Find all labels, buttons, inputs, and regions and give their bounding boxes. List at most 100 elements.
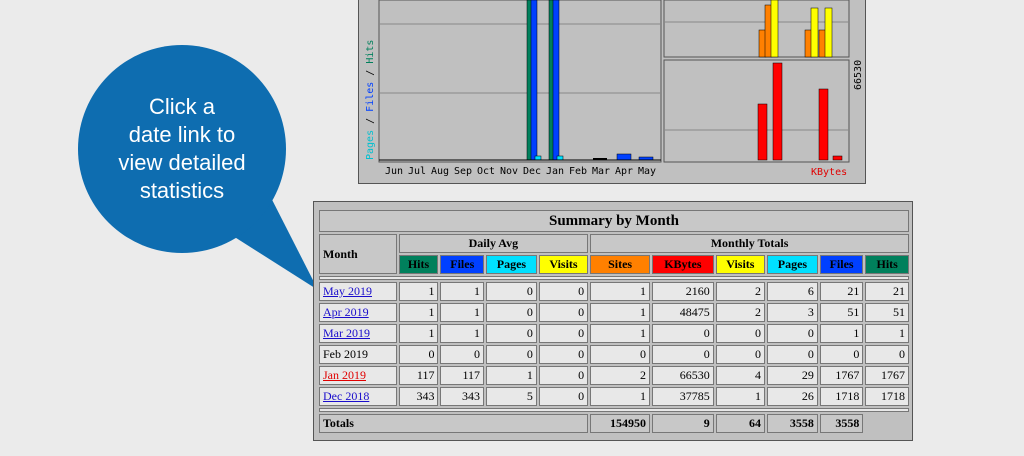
col-daily-files: Files	[440, 255, 485, 274]
month-label: Jan	[546, 166, 565, 177]
cell-kbytes: 0	[652, 324, 714, 343]
callout-bubble: Click a date link to view detailed stati…	[78, 45, 286, 253]
summary-title: Summary by Month	[319, 210, 909, 232]
callout-line: date link to	[128, 122, 236, 147]
cell-d-hits: 0	[398, 345, 439, 364]
svg-text:Pages / Files / Hits: Pages / Files / Hits	[365, 40, 376, 160]
month-cell: Mar 2019	[319, 324, 397, 343]
kbytes-scale-value: 66530	[853, 60, 864, 90]
col-files: Files	[819, 255, 864, 274]
summary-table: Summary by Month Month Daily Avg Monthly…	[317, 208, 911, 435]
totals-label: Totals	[319, 414, 589, 433]
cell-kbytes: 2160	[652, 282, 714, 301]
col-daily-hits: Hits	[398, 255, 439, 274]
bar-dec-files	[530, 0, 538, 161]
month-link[interactable]: Dec 2018	[323, 389, 369, 403]
callout-line: statistics	[139, 178, 225, 203]
month-link[interactable]: Apr 2019	[323, 305, 369, 319]
month-label: Dec	[523, 166, 542, 177]
cell-sites: 2	[590, 366, 651, 385]
usage-chart: Pages / Files / Hits 66530 KBytes Jun Ju…	[358, 0, 866, 184]
cell-d-visits: 0	[538, 387, 589, 406]
y-legend-pages: Pages	[365, 130, 376, 160]
cell-d-files: 343	[440, 387, 485, 406]
cell-d-visits: 0	[538, 345, 589, 364]
cell-d-files: 0	[440, 345, 485, 364]
month-link[interactable]: May 2019	[323, 284, 372, 298]
y-legend: Pages / Files / Hits	[365, 40, 376, 160]
kbytes-label: KBytes	[811, 167, 847, 178]
bar-jan-files	[552, 0, 560, 161]
cell-files: 1	[819, 324, 864, 343]
table-row: Mar 2019 1 1 0 0 1 0 0 0 1 1	[319, 324, 909, 343]
table-row: May 2019 1 1 0 0 1 2160 2 6 21 21	[319, 282, 909, 301]
totals-row: Totals 154950 9 64 3558 3558	[319, 414, 909, 433]
bar-visits-jan	[770, 0, 779, 58]
cell-visits: 4	[715, 366, 766, 385]
cell-d-pages: 0	[486, 282, 537, 301]
cell-sites: 1	[590, 324, 651, 343]
cell-hits: 0	[865, 345, 909, 364]
cell-sites: 1	[590, 282, 651, 301]
totals-files: 3558	[767, 414, 818, 433]
cell-pages: 0	[767, 345, 818, 364]
cell-sites: 1	[590, 387, 651, 406]
bar-visits-apr	[810, 7, 819, 58]
cell-kbytes: 0	[652, 345, 714, 364]
cell-kbytes: 37785	[652, 387, 714, 406]
cell-hits: 51	[865, 303, 909, 322]
month-label: Jun	[385, 166, 404, 177]
month-cell: Feb 2019	[319, 345, 397, 364]
cell-d-hits: 1	[398, 324, 439, 343]
month-label: Nov	[500, 166, 519, 177]
cell-hits: 1718	[865, 387, 909, 406]
kbytes-scale: 66530	[853, 60, 864, 90]
cell-pages: 3	[767, 303, 818, 322]
cell-d-visits: 0	[538, 324, 589, 343]
month-label: Mar	[592, 166, 611, 177]
callout-line: view detailed	[118, 150, 246, 175]
cell-pages: 0	[767, 324, 818, 343]
month-label: May	[638, 166, 657, 177]
y-legend-hits: Hits	[365, 40, 376, 64]
month-label: Apr	[615, 166, 634, 177]
cell-d-pages: 0	[486, 303, 537, 322]
cell-visits: 0	[715, 324, 766, 343]
col-hits: Hits	[865, 255, 909, 274]
month-cell: May 2019	[319, 282, 397, 301]
col-daily-pages: Pages	[486, 255, 537, 274]
cell-sites: 0	[590, 345, 651, 364]
cell-d-pages: 0	[486, 324, 537, 343]
cell-files: 1767	[819, 366, 864, 385]
table-row: Jan 2019 117 117 1 0 2 66530 4 29 1767 1767	[319, 366, 909, 385]
cell-hits: 21	[865, 282, 909, 301]
bar-visits-may	[824, 7, 833, 58]
month-label: Aug	[431, 166, 450, 177]
cell-pages: 26	[767, 387, 818, 406]
monthly-totals-header: Monthly Totals	[590, 234, 909, 253]
y-legend-files: Files	[365, 82, 376, 112]
month-label: Oct	[477, 166, 496, 177]
month-link[interactable]: Jan 2019	[323, 368, 366, 382]
month-link[interactable]: Mar 2019	[323, 326, 370, 340]
month-cell: Jan 2019	[319, 366, 397, 385]
table-row: Dec 2018 343 343 5 0 1 37785 1 26 1718 1718	[319, 387, 909, 406]
table-row: Feb 2019 0 0 0 0 0 0 0 0 0 0	[319, 345, 909, 364]
bar-dec-pages	[534, 155, 542, 161]
cell-d-hits: 117	[398, 366, 439, 385]
cell-d-files: 1	[440, 324, 485, 343]
month-header: Month	[319, 234, 397, 274]
col-daily-visits: Visits	[538, 255, 589, 274]
month-cell: Dec 2018	[319, 387, 397, 406]
cell-files: 0	[819, 345, 864, 364]
cell-pages: 6	[767, 282, 818, 301]
cell-pages: 29	[767, 366, 818, 385]
cell-sites: 1	[590, 303, 651, 322]
y-legend-sep: /	[365, 112, 376, 130]
month-label: Sep	[454, 166, 473, 177]
cell-hits: 1	[865, 324, 909, 343]
cell-visits: 1	[715, 387, 766, 406]
cell-kbytes: 48475	[652, 303, 714, 322]
cell-d-pages: 1	[486, 366, 537, 385]
col-visits: Visits	[715, 255, 766, 274]
